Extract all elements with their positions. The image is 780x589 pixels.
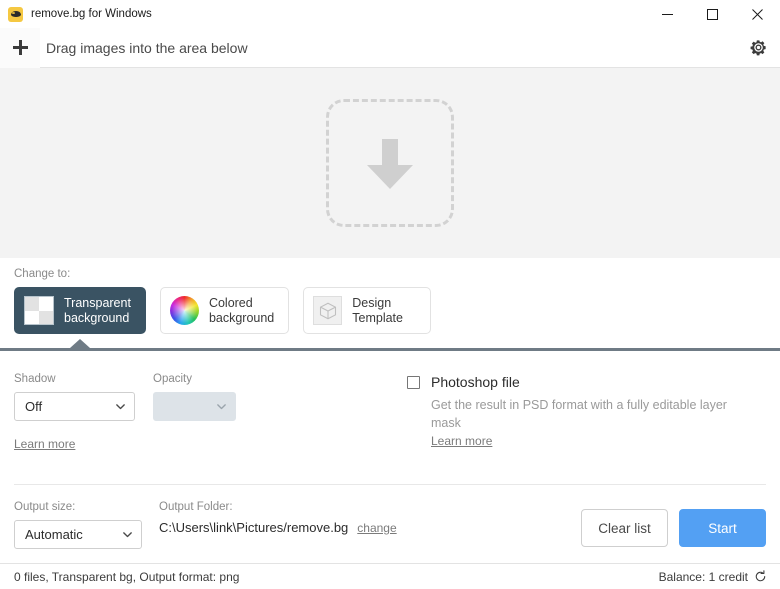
status-summary: 0 files, Transparent bg, Output format: … <box>14 570 239 584</box>
output-folder-path: C:\Users\link\Pictures/remove.bg <box>159 520 348 535</box>
close-icon <box>752 9 763 20</box>
shadow-settings-group: Shadow Off Opacity <box>14 373 399 484</box>
window-title: remove.bg for Windows <box>31 8 152 20</box>
chevron-down-icon <box>122 529 133 540</box>
photoshop-file-title: Photoshop file <box>431 373 756 391</box>
balance-area: Balance: 1 credit <box>659 570 767 584</box>
minimize-icon <box>662 9 673 20</box>
shadow-select[interactable]: Off <box>14 392 135 421</box>
output-folder-field: Output Folder: C:\Users\link\Pictures/re… <box>159 501 397 549</box>
option-transparent-label: Transparent background <box>64 296 131 326</box>
app-window: remove.bg for Windows <box>0 0 780 589</box>
action-buttons: Clear list Start <box>581 509 766 563</box>
change-folder-link[interactable]: change <box>357 521 396 535</box>
maximize-button[interactable] <box>690 0 735 28</box>
opacity-field: Opacity <box>153 373 236 421</box>
status-bar: 0 files, Transparent bg, Output format: … <box>0 563 780 589</box>
maximize-icon <box>707 9 718 20</box>
output-size-label: Output size: <box>14 501 142 513</box>
toolbar: Drag images into the area below <box>0 28 780 68</box>
download-arrow-icon <box>356 129 424 197</box>
toolbar-title: Drag images into the area below <box>40 40 248 56</box>
option-transparent-background[interactable]: Transparent background <box>14 287 146 334</box>
chevron-down-icon <box>216 401 227 412</box>
shadow-opacity-row: Shadow Off Opacity <box>14 373 399 421</box>
removebg-logo-glyph <box>11 11 21 17</box>
selected-option-pointer-area <box>0 334 780 348</box>
option-design-label: Design Template <box>352 296 403 326</box>
shadow-label: Shadow <box>14 373 135 385</box>
refresh-icon <box>754 570 767 583</box>
opacity-label: Opacity <box>153 373 236 385</box>
close-button[interactable] <box>735 0 780 28</box>
option-colored-background[interactable]: Colored background <box>160 287 289 334</box>
add-images-button[interactable] <box>0 28 40 68</box>
checkerboard-icon <box>24 296 54 325</box>
photoshop-settings-group: Photoshop file Get the result in PSD for… <box>399 373 766 484</box>
start-button[interactable]: Start <box>679 509 766 547</box>
removebg-logo-icon <box>8 7 23 22</box>
option-colored-label: Colored background <box>209 296 274 326</box>
change-to-label: Change to: <box>14 268 780 280</box>
plus-icon <box>13 40 28 55</box>
photoshop-file-row: Photoshop file Get the result in PSD for… <box>407 373 766 450</box>
output-size-select[interactable]: Automatic <box>14 520 142 549</box>
image-dropzone[interactable] <box>0 68 780 258</box>
photoshop-file-checkbox[interactable] <box>407 376 420 389</box>
background-option-group: Transparent background Colored backgroun… <box>14 287 780 334</box>
shadow-value: Off <box>25 399 105 414</box>
title-bar-left: remove.bg for Windows <box>0 7 152 22</box>
settings-panel: Shadow Off Opacity <box>0 351 780 484</box>
settings-button[interactable] <box>736 28 780 68</box>
photoshop-learn-more-link[interactable]: Learn more <box>431 434 492 448</box>
photoshop-text-block: Photoshop file Get the result in PSD for… <box>431 373 756 450</box>
minimize-button[interactable] <box>645 0 690 28</box>
shadow-learn-more-link[interactable]: Learn more <box>14 437 75 451</box>
clear-list-button[interactable]: Clear list <box>581 509 668 547</box>
dropzone-target[interactable] <box>326 99 454 227</box>
output-bar: Output size: Automatic Output Folder: C:… <box>0 485 780 563</box>
option-design-template[interactable]: Design Template <box>303 287 431 334</box>
color-wheel-icon <box>170 296 199 325</box>
window-controls <box>645 0 780 28</box>
change-to-section: Change to: Transparent background Colore… <box>0 258 780 334</box>
photoshop-file-description: Get the result in PSD format with a full… <box>431 396 756 432</box>
output-folder-label: Output Folder: <box>159 501 397 513</box>
balance-text: Balance: 1 credit <box>659 570 748 584</box>
selected-option-pointer <box>70 339 90 348</box>
refresh-balance-button[interactable] <box>754 570 767 583</box>
cube-icon <box>313 296 342 325</box>
title-bar: remove.bg for Windows <box>0 0 780 28</box>
output-size-field: Output size: Automatic <box>14 501 142 549</box>
cube-glyph <box>318 301 338 321</box>
output-size-value: Automatic <box>25 527 112 542</box>
chevron-down-icon <box>115 401 126 412</box>
opacity-select <box>153 392 236 421</box>
output-folder-line: C:\Users\link\Pictures/remove.bg change <box>159 520 397 549</box>
shadow-field: Shadow Off <box>14 373 135 421</box>
gear-icon <box>749 38 768 57</box>
